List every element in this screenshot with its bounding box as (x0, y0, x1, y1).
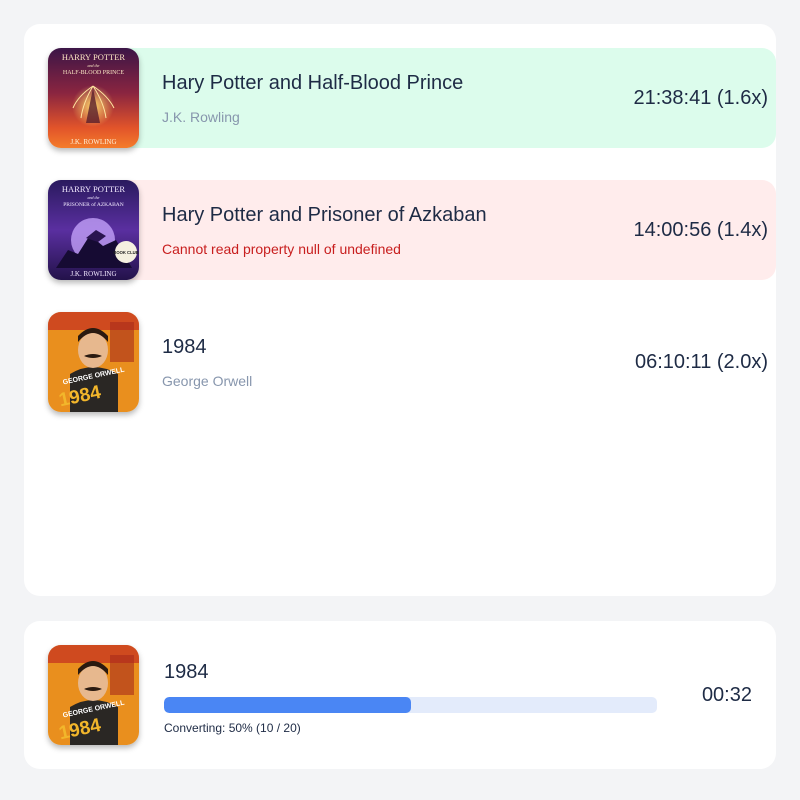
cover-subtitle-text: and the (88, 195, 100, 200)
book-title: Hary Potter and Prisoner of Azkaban (162, 204, 487, 226)
cover-subtitle-text: and the (88, 63, 100, 68)
book-title: Hary Potter and Half-Blood Prince (162, 72, 464, 94)
elapsed-time: 00:32 (701, 684, 752, 706)
book-club-badge: BOOK CLUB (113, 250, 138, 255)
book-cover-image: GEORGE ORWELL 1984 (48, 645, 139, 745)
cover-title-text: HARRY POTTER (62, 184, 126, 194)
book-author: J.K. Rowling (162, 109, 240, 125)
converting-book-title: 1984 (164, 661, 209, 683)
book-cover-image: HARRY POTTER and the PRISONER of AZKABAN… (48, 180, 139, 280)
book-cover-image: GEORGE ORWELL 1984 (48, 312, 139, 412)
book-duration: 06:10:11 (2.0x) (634, 351, 768, 373)
queue-item-success[interactable]: HARRY POTTER and the HALF-BLOOD PRINCE J… (48, 48, 776, 148)
book-duration: 14:00:56 (1.4x) (633, 219, 768, 241)
book-duration: 21:38:41 (1.6x) (633, 87, 768, 109)
cover-author-text: J.K. ROWLING (70, 270, 116, 278)
cover-author-text: J.K. ROWLING (70, 138, 116, 146)
now-converting-panel: GEORGE ORWELL 1984 1984 Converting: 50% … (24, 621, 776, 769)
queue-item-error[interactable]: HARRY POTTER and the PRISONER of AZKABAN… (48, 180, 776, 280)
queue-item[interactable]: GEORGE ORWELL 1984 1984 George Orwell 06… (48, 312, 776, 412)
book-title: 1984 (162, 336, 207, 358)
book-author: George Orwell (162, 373, 253, 389)
error-message: Cannot read property null of undefined (162, 241, 401, 257)
conversion-queue-panel: HARRY POTTER and the HALF-BLOOD PRINCE J… (24, 24, 776, 596)
conversion-status: Converting: 50% (10 / 20) (164, 721, 301, 735)
book-cover-image: HARRY POTTER and the HALF-BLOOD PRINCE J… (48, 48, 139, 148)
cover-subtitle-text: HALF-BLOOD PRINCE (63, 70, 125, 76)
cover-title-text: HARRY POTTER (62, 52, 126, 62)
cover-subtitle-text: PRISONER of AZKABAN (63, 201, 124, 208)
conversion-progress-bar (164, 697, 657, 713)
conversion-progress-fill (164, 697, 411, 713)
